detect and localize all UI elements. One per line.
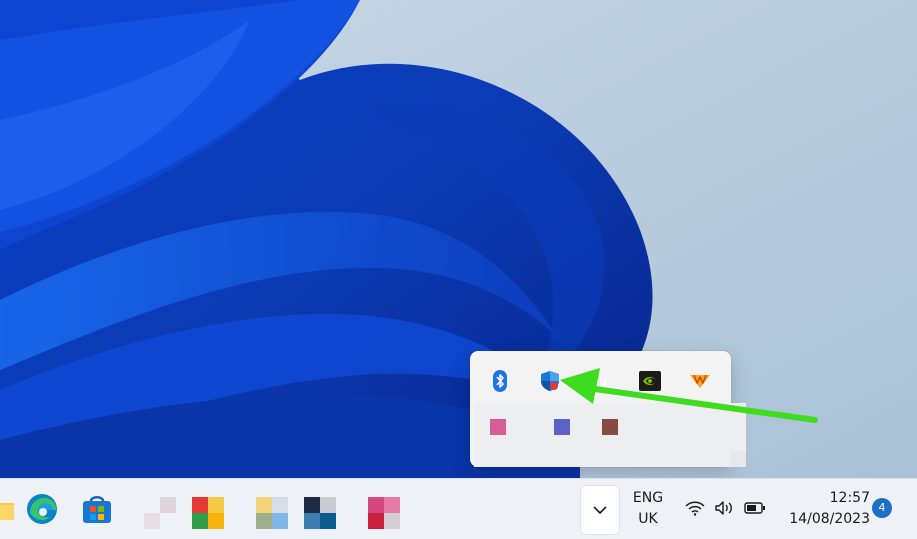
quick-settings-button[interactable]	[680, 495, 772, 521]
green-pointer-arrow	[560, 368, 818, 423]
tray-overflow-button[interactable]	[580, 485, 620, 535]
chevron-up-icon	[593, 505, 607, 514]
edge-icon[interactable]	[24, 491, 60, 527]
file-explorer-icon[interactable]	[0, 491, 16, 527]
battery-icon	[742, 495, 768, 521]
taskbar: ENG UK 12:57 14/08/2023 4	[0, 478, 917, 539]
volume-icon	[712, 495, 738, 521]
pixelated-taskbar-app[interactable]	[368, 497, 400, 529]
pixelated-taskbar-app[interactable]	[192, 497, 224, 529]
language-code: ENG	[632, 490, 664, 506]
clock-date: 14/08/2023	[789, 511, 870, 527]
pixelated-taskbar-app[interactable]	[256, 497, 288, 529]
clock[interactable]: 12:57 14/08/2023	[778, 488, 870, 530]
clock-time: 12:57	[829, 490, 870, 506]
language-region: UK	[638, 511, 658, 527]
microsoft-store-icon[interactable]	[79, 491, 115, 527]
pixelated-taskbar-app[interactable]	[144, 497, 176, 529]
notification-badge[interactable]: 4	[872, 498, 892, 518]
wifi-icon	[682, 495, 708, 521]
language-indicator[interactable]: ENG UK	[626, 488, 670, 530]
pixelated-taskbar-app[interactable]	[304, 497, 336, 529]
